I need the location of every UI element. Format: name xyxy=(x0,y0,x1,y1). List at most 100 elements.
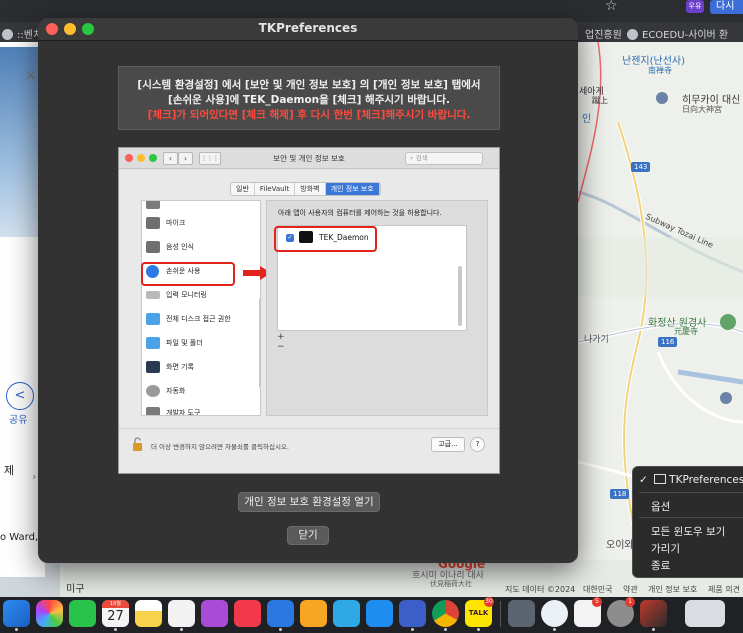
menu-item-hide[interactable]: 가리기 xyxy=(651,541,680,556)
globe-icon xyxy=(2,29,13,40)
privacy-category-list: 마이크 음성 인식 손쉬운 사용 입력 모니터링 전체 디스크 접근 권한 파일… xyxy=(141,200,261,416)
map-label: 伏見稲荷大社 xyxy=(430,580,472,588)
add-remove-buttons: + − xyxy=(277,332,288,352)
notice-line-3: [체크]가 되어있다면 [체크 해제] 후 다시 한번 [체크]해주시기 바랍니… xyxy=(147,109,471,121)
title-bar[interactable]: TKPreferences xyxy=(38,18,578,41)
running-indicator xyxy=(411,628,414,631)
route-marker: 143 xyxy=(631,162,651,172)
gear-icon xyxy=(146,385,160,397)
tab-filevault: FileVault xyxy=(255,183,296,195)
restart-button[interactable]: 다시 xyxy=(710,0,743,14)
menu-item-label: TKPreferences xyxy=(669,474,743,486)
list-item-label: 화면 기록 xyxy=(166,363,194,371)
screenshot-search: ⌕ 검색 xyxy=(405,152,483,165)
menu-item-tkpreferences[interactable]: ✓ TKPreferences xyxy=(639,474,743,486)
star-icon[interactable]: ☆ xyxy=(605,0,618,14)
keyboard-icon xyxy=(146,291,160,299)
share-icon[interactable]: < xyxy=(6,382,34,410)
list-item-label: 파일 및 폴더 xyxy=(166,339,203,347)
close-icon[interactable]: ✕ xyxy=(24,66,37,85)
divider xyxy=(119,428,499,429)
notice-line-2: [손쉬운 사용]에 TEK_Daemon을 [체크] 해주시기 바랍니다. xyxy=(168,94,450,106)
pages-icon[interactable] xyxy=(300,600,327,627)
list-item: 전체 디스크 접근 권한 xyxy=(144,311,254,329)
tkpreferences-icon[interactable] xyxy=(640,600,667,627)
xcode-icon[interactable] xyxy=(366,600,393,627)
notes-icon[interactable] xyxy=(135,600,162,627)
chevron-right-icon[interactable]: › xyxy=(32,470,36,483)
accessibility-pane: 아래 앱이 사용자의 컴퓨터를 제어하는 것을 허용합니다. ✓ TEK_Dae… xyxy=(266,200,488,416)
advanced-button-image: 고급... xyxy=(431,437,465,452)
bookmark-item[interactable]: ECOEDU-사이버 환 xyxy=(627,26,728,41)
map-label: 인 xyxy=(582,114,592,125)
list-item: 화면 기록 xyxy=(144,359,254,377)
freeform-icon[interactable] xyxy=(168,600,195,627)
map-footer-privacy[interactable]: 개인 정보 보호 xyxy=(648,584,697,595)
check-icon: ✓ xyxy=(639,474,648,486)
menu-separator xyxy=(639,517,743,518)
calendar-day: 27 xyxy=(107,609,124,624)
dock-divider xyxy=(500,601,501,627)
pane-description: 아래 앱이 사용자의 컴퓨터를 제어하는 것을 허용합니다. xyxy=(278,209,442,217)
facetime-icon[interactable] xyxy=(69,600,96,627)
finder-window-icon[interactable] xyxy=(508,600,535,627)
dock-context-menu: ✓ TKPreferences 옵션 모든 윈도우 보기 가리기 종료 xyxy=(632,466,743,578)
list-item-label: 입력 모니터링 xyxy=(166,291,207,299)
chrome-icon[interactable] xyxy=(432,600,459,627)
music-icon[interactable] xyxy=(234,600,261,627)
folder-icon xyxy=(146,313,160,325)
share-label[interactable]: 공유 xyxy=(9,411,27,426)
running-indicator xyxy=(444,628,447,631)
remote-icon[interactable] xyxy=(399,600,426,627)
menu-item-options[interactable]: 옵션 xyxy=(651,499,670,514)
map-label: 나가기 xyxy=(584,335,609,345)
photos-icon[interactable] xyxy=(36,600,63,627)
screenshot-toolbar: ‹ › ⋮⋮⋮ 보안 및 개인 정보 보호 ⌕ 검색 xyxy=(119,148,499,169)
profile-badge[interactable]: 우유 xyxy=(686,0,704,13)
folder-icon xyxy=(146,337,160,349)
close-button[interactable]: 닫기 xyxy=(287,526,329,545)
map-footer-feedback[interactable]: 제품 의견 보 xyxy=(708,584,743,595)
open-privacy-settings-button[interactable]: 개인 정보 보호 환경설정 열기 xyxy=(238,492,380,512)
tab-general: 일반 xyxy=(231,183,255,195)
notification-badge: 1 xyxy=(625,597,635,607)
bookmark-item[interactable]: 업진흥원 xyxy=(585,26,622,41)
menu-item-show-all-windows[interactable]: 모든 윈도우 보기 xyxy=(651,524,725,539)
list-item-label: 개발자 도구 xyxy=(166,409,201,416)
tab-firewall: 방화벽 xyxy=(295,183,326,195)
bookmark-item[interactable]: ::벤치 xyxy=(2,26,42,41)
vpn-icon[interactable] xyxy=(333,600,360,627)
list-item: 음성 인식 xyxy=(144,239,254,257)
tkpreferences-window: TKPreferences [시스템 환경설정] 에서 [보안 및 개인 정보 … xyxy=(38,18,578,563)
left-text: 제 xyxy=(4,464,15,477)
podcasts-icon[interactable] xyxy=(201,600,228,627)
kakaotalk-label: TALK xyxy=(468,609,489,617)
screen-icon xyxy=(146,361,160,373)
app-store-icon[interactable] xyxy=(3,600,30,627)
list-item-label: 마이크 xyxy=(166,219,186,227)
highlight-box xyxy=(141,262,235,286)
menu-item-quit[interactable]: 종료 xyxy=(651,558,670,573)
keynote-icon[interactable] xyxy=(267,600,294,627)
list-item: 입력 모니터링 xyxy=(144,287,254,305)
running-indicator xyxy=(477,628,480,631)
hammer-icon xyxy=(146,407,160,415)
search-placeholder: 검색 xyxy=(415,154,428,162)
calendar-month: 10월 xyxy=(102,600,129,608)
map-label: 미구 xyxy=(66,584,85,595)
route-marker: 116 xyxy=(658,337,678,347)
running-indicator xyxy=(114,628,117,631)
help-icon: ? xyxy=(470,437,485,452)
calendar-icon[interactable]: 10월 27 xyxy=(102,600,129,627)
notification-badge: 30 xyxy=(484,597,494,607)
unknown-icon xyxy=(146,201,160,209)
instruction-notice: [시스템 환경설정] 에서 [보안 및 개인 정보 보호] 의 [개인 정보 보… xyxy=(118,66,500,130)
trash-icon[interactable] xyxy=(685,600,725,627)
map-footer-terms[interactable]: 약관 xyxy=(623,584,638,595)
list-item: 마이크 xyxy=(144,215,254,233)
menu-separator xyxy=(639,492,743,493)
map-footer-country[interactable]: 대한민국 xyxy=(583,584,612,595)
quicktime-icon[interactable] xyxy=(541,600,568,627)
dock: 10월 27 TALK 30 5 1 xyxy=(0,597,743,633)
running-indicator xyxy=(279,628,282,631)
